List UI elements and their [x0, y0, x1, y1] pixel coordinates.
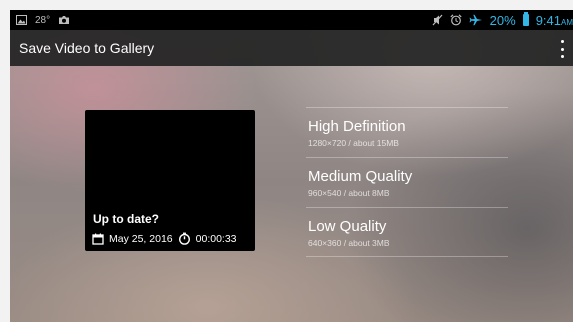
quality-option-medium[interactable]: Medium Quality 960×540 / about 8MB	[306, 157, 508, 207]
clock: 9:41AM	[536, 13, 573, 28]
quality-options-list: High Definition 1280×720 / about 15MB Me…	[306, 107, 508, 257]
quality-option-detail: 640×360 / about 3MB	[308, 238, 390, 248]
device-screen: 28° 20% 9:41AM Save Video to Gallery Up …	[10, 10, 573, 322]
temperature-text: 28°	[35, 14, 51, 26]
clock-suffix: AM	[561, 17, 573, 27]
video-thumbnail-card[interactable]: Up to date? May 25, 2016 00:00:33	[85, 110, 255, 251]
dot	[560, 40, 564, 43]
quality-option-detail: 960×540 / about 8MB	[308, 188, 390, 198]
camera-icon	[59, 16, 70, 24]
more-vertical-icon[interactable]	[559, 40, 565, 58]
video-title: Up to date?	[93, 212, 159, 226]
status-bar: 28° 20% 9:41AM	[10, 10, 573, 30]
airplane-icon	[469, 14, 482, 26]
dot	[560, 55, 564, 58]
dot	[560, 47, 564, 51]
alarm-icon	[450, 14, 462, 26]
battery-icon	[522, 12, 529, 26]
page-title: Save Video to Gallery	[19, 40, 155, 56]
quality-option-label: Low Quality	[308, 218, 387, 235]
battery-percent-text: 20%	[489, 12, 516, 28]
video-duration: 00:00:33	[195, 232, 237, 245]
status-bar-left: 28°	[16, 10, 70, 30]
mute-icon	[432, 14, 443, 26]
video-date: May 25, 2016	[109, 232, 173, 245]
calendar-icon	[92, 233, 104, 245]
quality-option-label: Medium Quality	[308, 168, 413, 185]
quality-option-detail: 1280×720 / about 15MB	[308, 138, 399, 148]
clock-time: 9:41	[535, 12, 561, 28]
quality-option-low[interactable]: Low Quality 640×360 / about 3MB	[306, 207, 508, 257]
image-icon	[16, 15, 27, 25]
quality-option-high[interactable]: High Definition 1280×720 / about 15MB	[306, 107, 508, 157]
stopwatch-icon	[178, 232, 190, 245]
status-bar-right: 20% 9:41AM	[432, 10, 573, 30]
video-meta: May 25, 2016 00:00:33	[92, 232, 237, 245]
quality-option-label: High Definition	[308, 118, 406, 135]
action-bar: Save Video to Gallery	[10, 30, 573, 66]
